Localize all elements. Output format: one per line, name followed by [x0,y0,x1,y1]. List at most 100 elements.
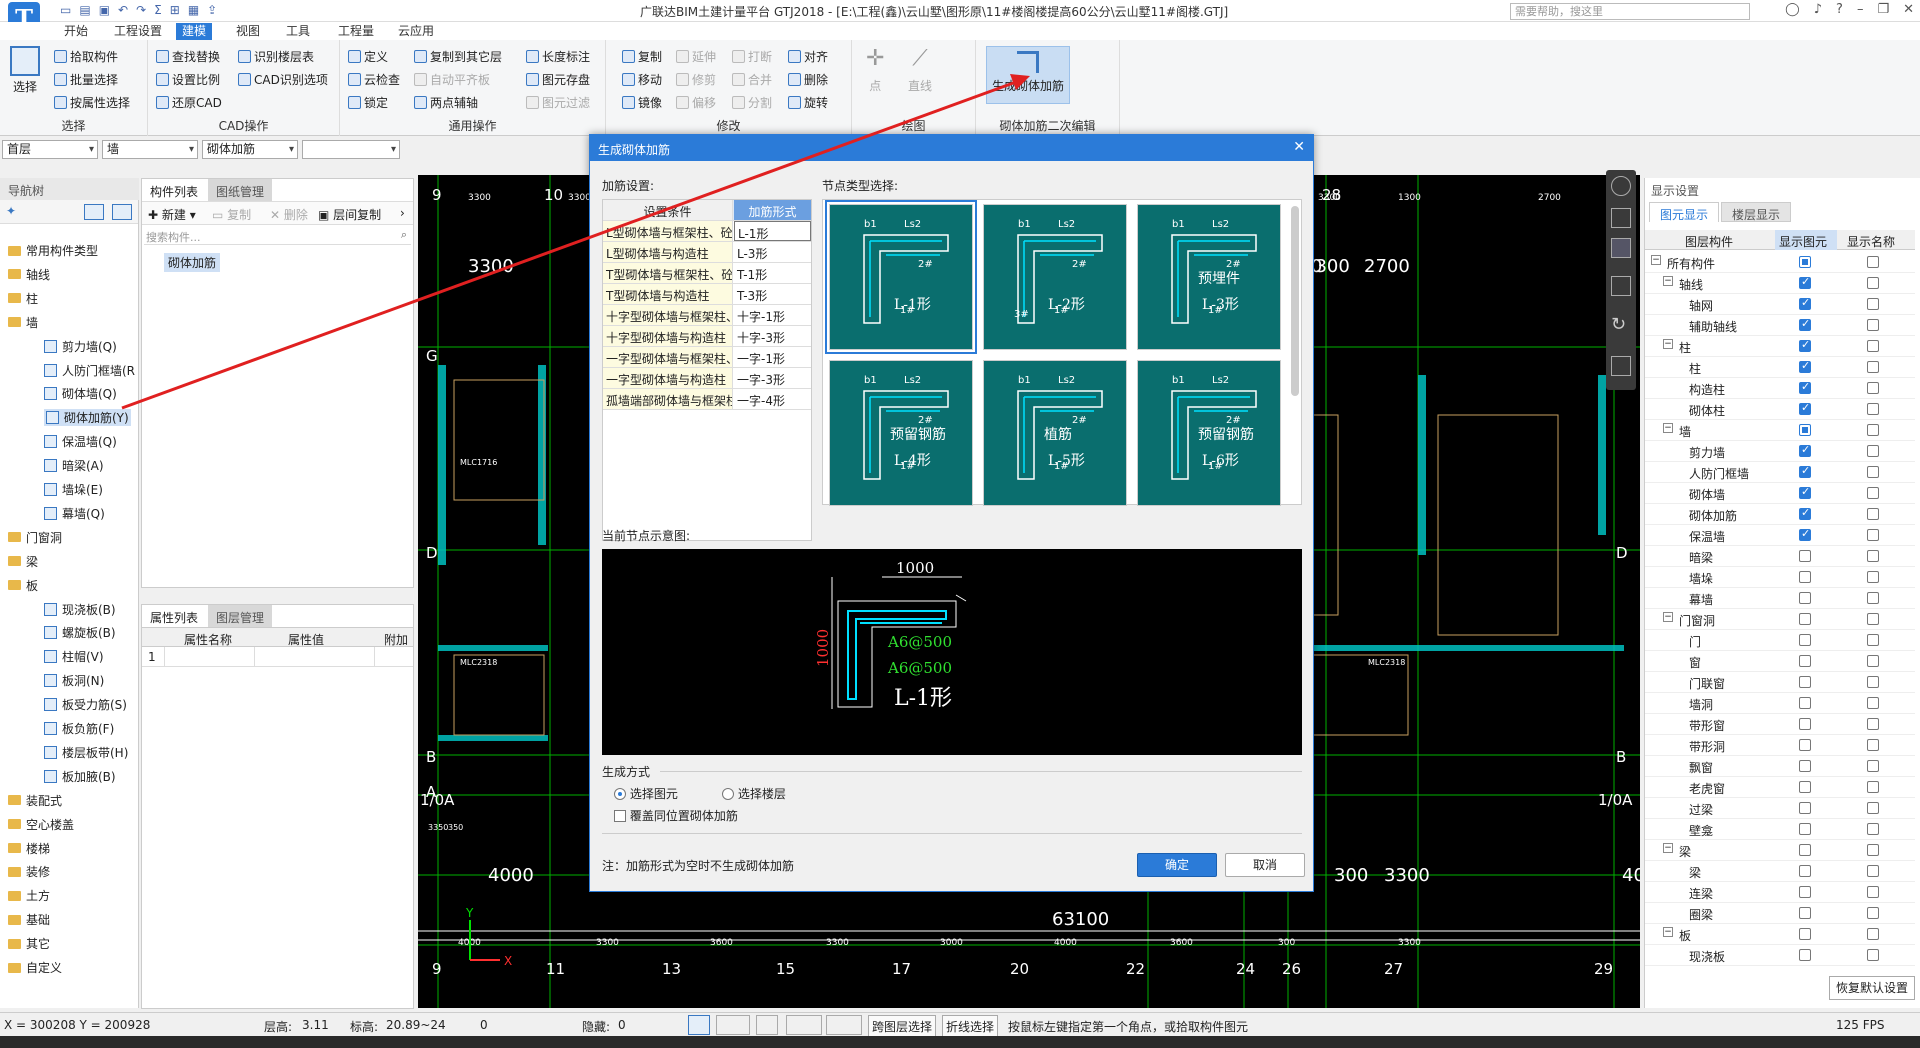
globe-icon[interactable] [1611,176,1631,196]
show-element-checkbox[interactable] [1799,823,1811,835]
pin-icon[interactable]: ✦ [6,204,16,218]
collapse-icon[interactable]: − [1663,927,1673,937]
show-element-checkbox[interactable] [1799,949,1811,961]
tab-drawing-management[interactable]: 图纸管理 [208,179,273,201]
show-name-checkbox[interactable] [1867,319,1879,331]
node-option[interactable]: b1 Ls2 1# 2# 预埋件 L-3形 [1137,204,1281,350]
nav-item[interactable]: 墙 [8,314,38,331]
auto-align-slab-button[interactable]: 自动平齐板 [414,71,490,88]
move-button[interactable]: 移动 [622,71,662,88]
show-element-checkbox[interactable] [1799,844,1811,856]
rebar-setting-row[interactable]: T型砌体墙与构造柱 T-3形 [603,284,811,305]
nav-item[interactable]: 板负筋(F) [44,720,114,737]
two-point-axis-button[interactable]: 两点辅轴 [414,94,478,111]
show-element-checkbox[interactable] [1799,928,1811,940]
node-option[interactable]: b1 Ls2 1# 2# 预留钢筋 L-4形 [829,360,973,506]
search-icon[interactable]: ⌕ [401,228,407,242]
trim-button[interactable]: 修剪 [676,71,716,88]
show-name-checkbox[interactable] [1867,340,1879,352]
restore-icon[interactable]: ❐ [1877,2,1889,17]
rebar-setting-row[interactable]: 十字型砌体墙与框架柱、砼墙十字-1形 [603,305,811,326]
display-row[interactable]: − 板 [1645,924,1915,945]
property-row[interactable]: 1 [142,647,413,667]
rotate-button[interactable]: 旋转 [788,94,828,111]
show-name-checkbox[interactable] [1867,655,1879,667]
tab-quantity[interactable]: 工程量 [332,23,380,40]
lock-button[interactable]: 锁定 [348,94,388,111]
display-row[interactable]: 轴网 [1645,294,1915,315]
set-scale-button[interactable]: 设置比例 [156,71,220,88]
merge-button[interactable]: 合并 [732,71,772,88]
pick-component-button[interactable]: 拾取构件 [54,48,118,65]
mirror-button[interactable]: 镜像 [622,94,662,111]
display-row[interactable]: − 墙 [1645,420,1915,441]
display-row[interactable]: 砌体柱 [1645,399,1915,420]
gallery-scrollbar[interactable] [1291,206,1299,396]
show-name-checkbox[interactable] [1867,424,1879,436]
cloud-check-button[interactable]: 云检查 [348,71,400,88]
export-icon[interactable]: ⇪ [207,3,217,17]
display-row[interactable]: 门联窗 [1645,672,1915,693]
line-button[interactable]: ⟋ 直线 [908,46,932,94]
display-row[interactable]: 保温墙 [1645,525,1915,546]
save-icon[interactable]: ▣ [99,3,110,17]
show-name-checkbox[interactable] [1867,697,1879,709]
node-option[interactable]: b1 Ls2 1# 2# 植筋 L-5形 [983,360,1127,506]
rebar-setting-row[interactable]: 一字型砌体墙与框架柱、砼墙一字-1形 [603,347,811,368]
display-row[interactable]: 墙垛 [1645,567,1915,588]
nav-item[interactable]: 门窗洞 [8,529,62,546]
show-element-checkbox[interactable] [1799,424,1811,436]
show-name-checkbox[interactable] [1867,571,1879,583]
show-name-checkbox[interactable] [1867,676,1879,688]
display-row[interactable]: 连梁 [1645,882,1915,903]
view-top-icon[interactable] [1611,238,1631,258]
nav-item[interactable]: 基础 [8,911,50,928]
polyline-select-button[interactable]: 折线选择 [942,1015,999,1038]
type-select[interactable]: 砌体加筋 [202,140,298,159]
show-name-checkbox[interactable] [1867,592,1879,604]
tab-modeling[interactable]: 建模 [176,23,213,40]
nav-item[interactable]: 装配式 [8,792,62,809]
show-name-checkbox[interactable] [1867,718,1879,730]
display-row[interactable]: 窗 [1645,651,1915,672]
display-row[interactable]: 辅助轴线 [1645,315,1915,336]
floor-select[interactable]: 首层 [2,140,98,159]
rebar-setting-row[interactable]: 十字型砌体墙与构造柱 十字-3形 [603,326,811,347]
show-name-checkbox[interactable] [1867,529,1879,541]
show-name-checkbox[interactable] [1867,382,1879,394]
nav-item[interactable]: 人防门框墙(R [44,362,135,379]
tab-view[interactable]: 视图 [230,23,266,40]
tab-property-list[interactable]: 属性列表 [142,605,207,627]
tab-element-display[interactable]: 图元显示 [1649,202,1719,222]
nav-item[interactable]: 板受力筋(S) [44,696,127,713]
nav-item[interactable]: 楼梯 [8,840,50,857]
display-row[interactable]: 柱 [1645,357,1915,378]
show-name-checkbox[interactable] [1867,928,1879,940]
find-replace-button[interactable]: 查找替换 [156,48,220,65]
nav-item[interactable]: 柱 [8,290,38,307]
new-component-button[interactable]: ✚ 新建 ▾ [148,206,196,223]
nav-item[interactable]: 砌体加筋(Y) [44,409,131,427]
display-row[interactable]: 幕墙 [1645,588,1915,609]
display-row[interactable]: 门 [1645,630,1915,651]
radio-select-floor[interactable]: 选择楼层 [722,785,786,802]
break-button[interactable]: 打断 [732,48,772,65]
display-row[interactable]: − 门窗洞 [1645,609,1915,630]
nav-item[interactable]: 柱帽(V) [44,648,104,665]
collapse-icon[interactable]: − [1651,255,1661,265]
split-button[interactable]: 分割 [732,94,772,111]
display-row[interactable]: 砌体墙 [1645,483,1915,504]
nav-item[interactable]: 土方 [8,887,50,904]
close-icon[interactable]: ✕ [1903,2,1914,17]
display-row[interactable]: 梁 [1645,861,1915,882]
node-option[interactable]: b1 Ls2 1# 2# 预留钢筋 L-6形 [1137,360,1281,506]
collapse-icon[interactable]: − [1663,276,1673,286]
show-name-checkbox[interactable] [1867,361,1879,373]
display-row[interactable]: 现浇板 [1645,945,1915,966]
show-name-checkbox[interactable] [1867,907,1879,919]
show-name-checkbox[interactable] [1867,949,1879,961]
show-element-checkbox[interactable] [1799,571,1811,583]
nav-item[interactable]: 其它 [8,935,50,952]
display-row[interactable]: 过梁 [1645,798,1915,819]
display-row[interactable]: 构造柱 [1645,378,1915,399]
